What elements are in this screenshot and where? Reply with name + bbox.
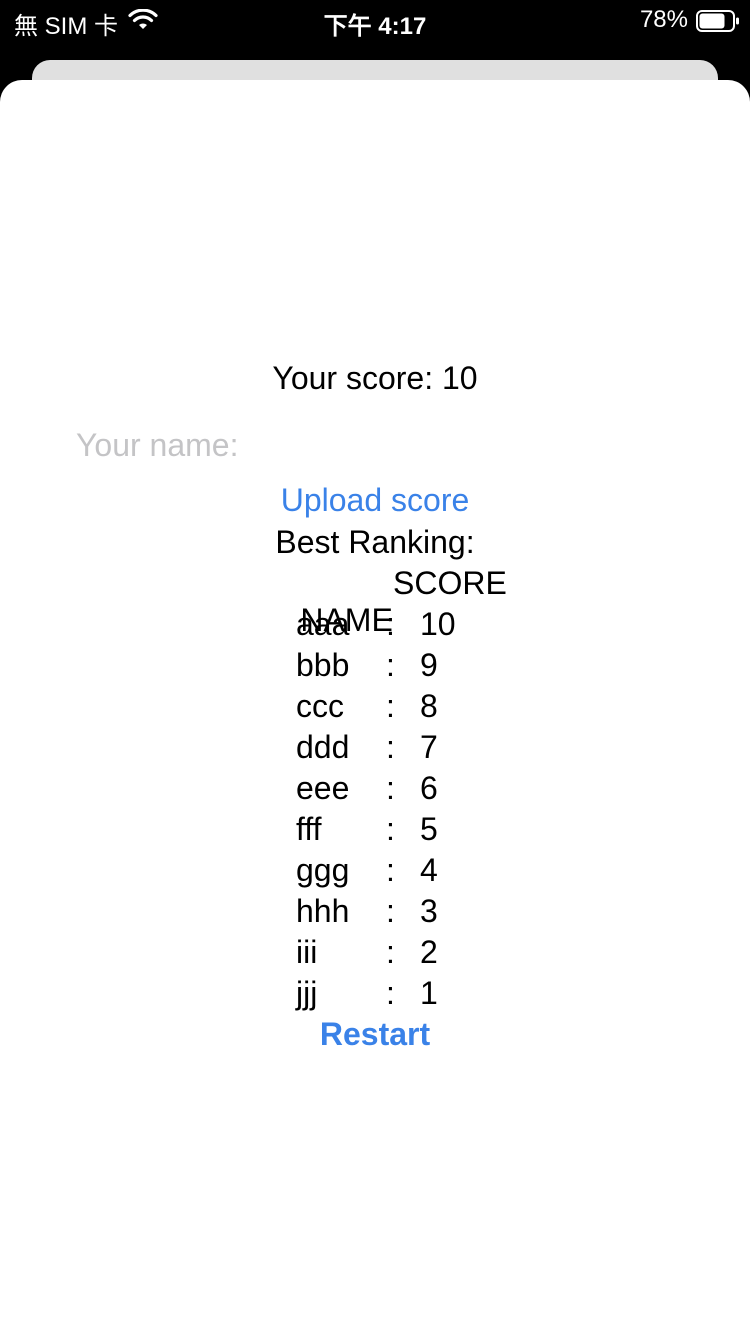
- ranking-score: 2: [420, 934, 438, 970]
- ranking-row: aaa : 10: [296, 606, 546, 647]
- ranking-row: iii : 2: [296, 934, 546, 975]
- ranking-name: iii: [296, 934, 318, 970]
- ranking-separator: :: [386, 647, 395, 683]
- ranking-name: fff: [296, 811, 322, 847]
- ranking-separator: :: [386, 893, 395, 929]
- ranking-separator: :: [386, 606, 395, 642]
- status-time: 下午 4:17: [323, 13, 427, 40]
- ranking-row: bbb : 9: [296, 647, 546, 688]
- ranking-score: 10: [420, 606, 456, 642]
- battery-icon: [696, 10, 739, 32]
- restart-button[interactable]: Restart: [0, 1016, 750, 1053]
- ranking-score: 7: [420, 729, 438, 765]
- name-input[interactable]: [76, 420, 676, 470]
- ranking-name: eee: [296, 770, 350, 806]
- ranking-separator: :: [386, 729, 395, 765]
- ranking-name: bbb: [296, 647, 350, 683]
- status-bar: 無 SIM 卡 下午 4:17 78%: [0, 0, 750, 40]
- ranking-row: ggg : 4: [296, 852, 546, 893]
- ranking-separator: :: [386, 934, 395, 970]
- ranking-score: 9: [420, 647, 438, 683]
- ranking-row: ccc : 8: [296, 688, 546, 729]
- ranking-score: 8: [420, 688, 438, 724]
- score-text: Your score: 10: [272, 360, 478, 396]
- ranking-title: Best Ranking:: [275, 524, 475, 560]
- ranking-separator: :: [386, 811, 395, 847]
- ranking-score: 1: [420, 975, 438, 1011]
- status-right: 78%: [639, 6, 739, 34]
- modal-sheet: Your score: 10 Upload score Best Ranking…: [0, 80, 750, 1334]
- ranking-separator: :: [386, 770, 395, 806]
- ranking-row: hhh : 3: [296, 893, 546, 934]
- ranking-name: ccc: [296, 688, 344, 724]
- ranking-list: aaa : 10 bbb : 9 ccc : 8 ddd : 7 eee : 6…: [296, 606, 546, 1016]
- ranking-name: ddd: [296, 729, 350, 765]
- ranking-row: ddd : 7: [296, 729, 546, 770]
- header-score: SCORE: [393, 565, 507, 601]
- battery-percent: 78%: [639, 6, 688, 33]
- ranking-row: eee : 6: [296, 770, 546, 811]
- ranking-separator: :: [386, 852, 395, 888]
- ranking-score: 3: [420, 893, 438, 929]
- ranking-name: hhh: [296, 893, 350, 929]
- ranking-separator: :: [386, 688, 395, 724]
- ranking-name: jjj: [296, 975, 318, 1011]
- ranking-score: 6: [420, 770, 438, 806]
- ranking-row: fff : 5: [296, 811, 546, 852]
- ranking-separator: :: [386, 975, 395, 1011]
- screen: 無 SIM 卡 下午 4:17 78% Your score: 10 Your …: [0, 0, 750, 1334]
- upload-score-button[interactable]: Upload score: [0, 482, 750, 519]
- ranking-name: aaa: [296, 606, 350, 642]
- ranking-row: jjj : 1: [296, 975, 546, 1016]
- ranking-score: 4: [420, 852, 438, 888]
- ranking-score: 5: [420, 811, 438, 847]
- ranking-name: ggg: [296, 852, 350, 888]
